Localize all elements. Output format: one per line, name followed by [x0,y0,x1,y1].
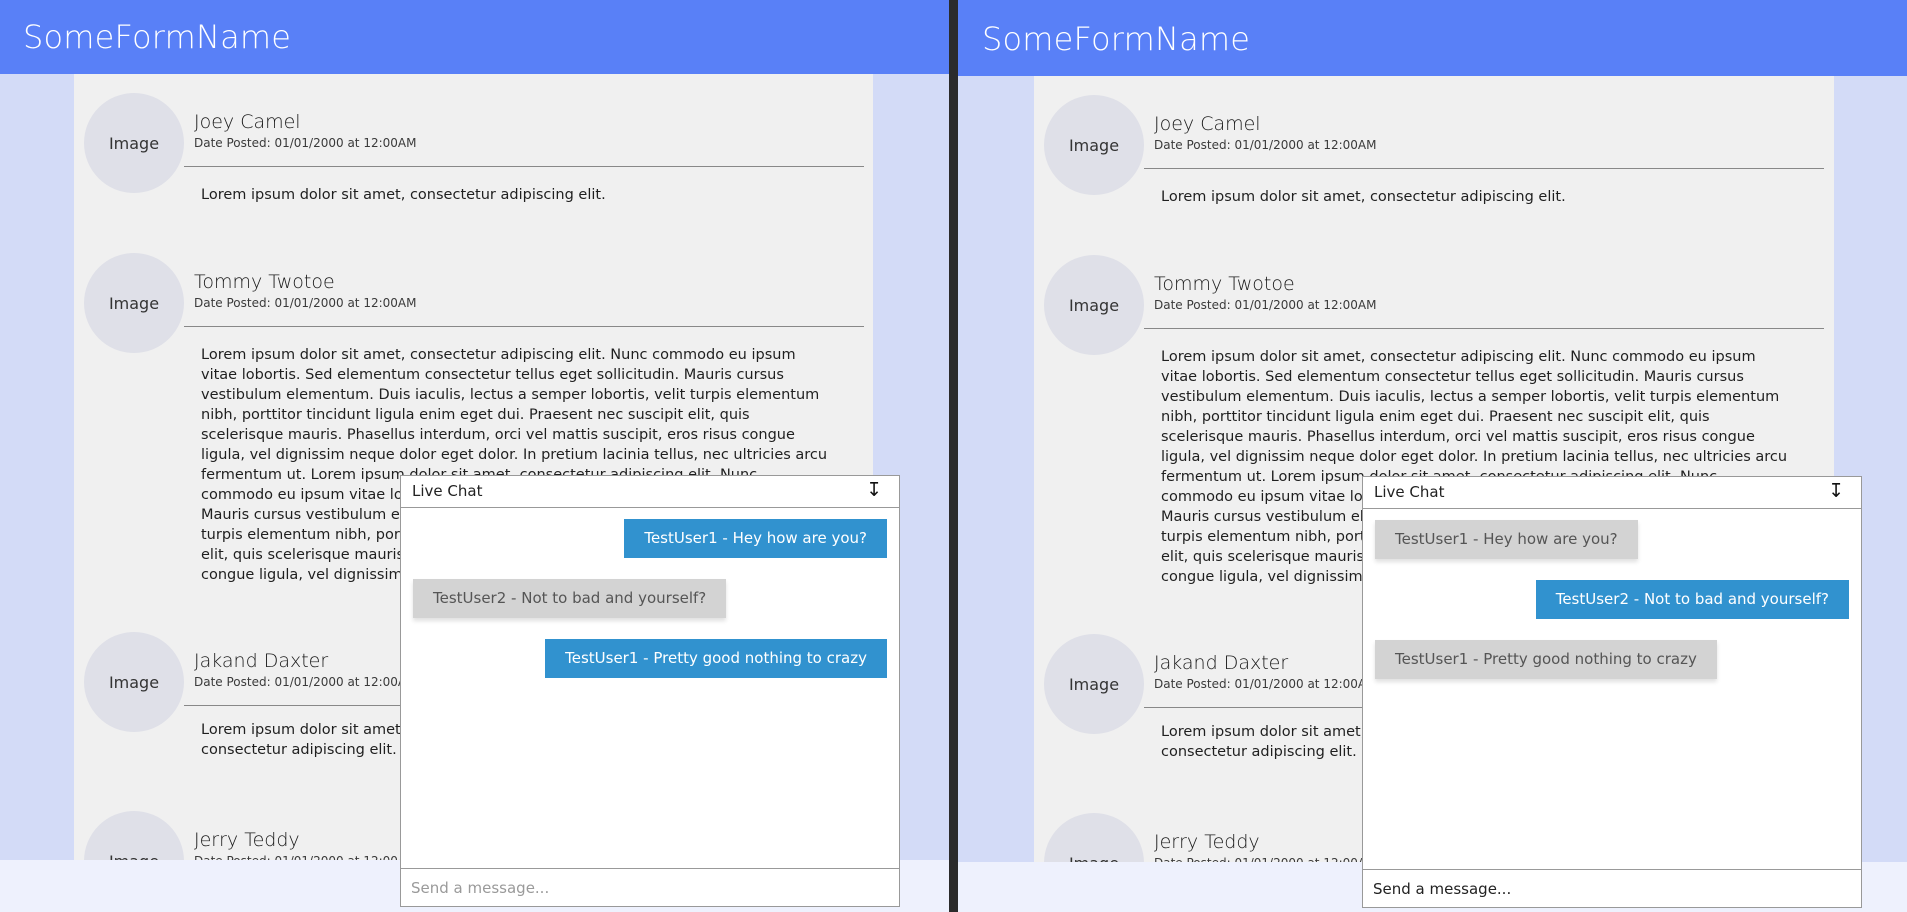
live-chat-panel: Live Chat ↧ TestUser1 - Hey how are you?… [400,475,900,907]
post-date: Date Posted: 01/01/2000 at 12:00AM [194,675,417,689]
avatar: Image [84,632,184,732]
post-divider [184,166,864,167]
collapse-icon[interactable]: ↧ [866,479,882,501]
header-bar: SomeFormName [958,0,1907,76]
post-date: Date Posted: 01/01/2000 at 12:00AM [194,296,417,310]
post-author: Jakand Daxter [1154,652,1289,674]
chat-message-sent: TestUser1 - Pretty good nothing to crazy [545,639,887,678]
post-date: Date Posted: 01/01/2000 at 12:00AM [194,136,417,150]
post-date: Date Posted: 01/01/2000 at 12:00AM [1154,298,1377,312]
post-author: Tommy Twotoe [194,271,335,293]
chat-message-sent: TestUser1 - Hey how are you? [624,519,887,558]
right-pane: SomeFormName Image Joey Camel Date Poste… [958,0,1907,912]
brand-title[interactable]: SomeFormName [982,20,1250,58]
post-divider [184,326,864,327]
live-chat-header[interactable]: Live Chat ↧ [1363,477,1861,509]
post-author: Tommy Twotoe [1154,273,1295,295]
post-author: Jerry Teddy [194,829,300,851]
chat-message-sent: TestUser2 - Not to bad and yourself? [1535,580,1849,619]
post-divider [1144,328,1824,329]
post-date: Date Posted: 01/01/2000 at 12:00AM [1154,677,1377,691]
avatar: Image [1044,95,1144,195]
post-date: Date Posted: 01/01/2000 at 12:00AM [1154,138,1377,152]
live-chat-header[interactable]: Live Chat ↧ [401,476,899,508]
message-input[interactable] [401,868,899,906]
post-author: Jakand Daxter [194,650,329,672]
avatar-label: Image [108,672,160,692]
post-author: Jerry Teddy [1154,831,1260,853]
avatar-label: Image [1068,135,1120,155]
avatar: Image [1044,634,1144,734]
message-input[interactable] [1363,869,1861,907]
post-author: Joey Camel [194,111,301,133]
collapse-icon[interactable]: ↧ [1828,480,1844,502]
chat-message-received: TestUser2 - Not to bad and yourself? [413,579,727,618]
avatar-label: Image [1068,295,1120,315]
chat-message-received: TestUser1 - Pretty good nothing to crazy [1375,640,1717,679]
avatar: Image [84,253,184,353]
chat-message-received: TestUser1 - Hey how are you? [1375,520,1638,559]
avatar: Image [1044,255,1144,355]
post-divider [1144,168,1824,169]
brand-title[interactable]: SomeFormName [23,18,291,56]
live-chat-panel: Live Chat ↧ TestUser1 - Hey how are you?… [1362,476,1862,908]
avatar: Image [84,93,184,193]
live-chat-title: Live Chat [412,482,483,500]
avatar-label: Image [1068,674,1120,694]
avatar-label: Image [108,293,160,313]
live-chat-title: Live Chat [1374,483,1445,501]
left-pane: SomeFormName Image Joey Camel Date Poste… [0,0,949,912]
post-author: Joey Camel [1154,113,1261,135]
avatar-label: Image [108,133,160,153]
header-bar: SomeFormName [0,0,949,74]
post-body: Lorem ipsum dolor sit amet, consectetur … [1161,189,1566,205]
post-body: Lorem ipsum dolor sit amet, consectetur … [201,187,606,203]
